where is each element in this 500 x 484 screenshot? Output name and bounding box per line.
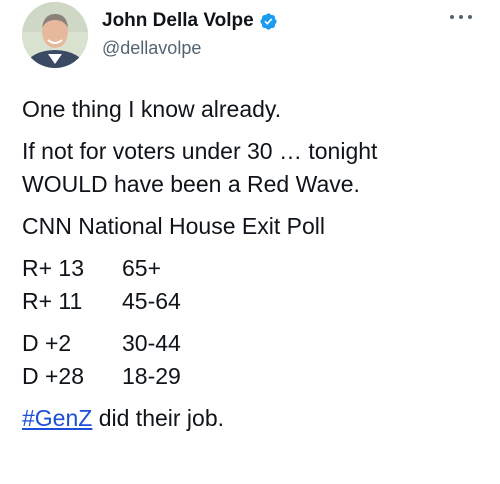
poll-margin: R+ 11 xyxy=(22,288,83,314)
poll-margin: D +2 xyxy=(22,330,72,356)
tweet-line: WOULD have been a Red Wave. xyxy=(22,171,360,197)
poll-age: 18-29 xyxy=(122,363,181,389)
poll-row: D +28 18-29 xyxy=(22,360,480,393)
verified-badge-icon xyxy=(260,12,277,30)
tweet-text: One thing I know already. If not for vot… xyxy=(22,93,480,435)
author-name[interactable]: John Della Volpe xyxy=(102,9,254,33)
tweet-closing-text: did their job. xyxy=(92,405,225,431)
avatar[interactable] xyxy=(22,2,88,68)
poll-row: R+ 11 45-64 xyxy=(22,285,480,318)
tweet-line: One thing I know already. xyxy=(22,96,282,122)
profile-photo-icon xyxy=(22,2,88,68)
author-name-row: John Della Volpe xyxy=(102,9,278,33)
more-options-icon[interactable] xyxy=(450,12,474,22)
hashtag-link[interactable]: #GenZ xyxy=(22,405,92,431)
tweet-line: If not for voters under 30 … tonight xyxy=(22,138,378,164)
poll-row: D +2 30-44 xyxy=(22,327,480,360)
poll-margin: R+ 13 xyxy=(22,255,85,281)
tweet-closing-line: #GenZ did their job. xyxy=(22,402,480,435)
author-handle[interactable]: @dellavolpe xyxy=(102,38,201,59)
poll-margin: D +28 xyxy=(22,363,85,389)
poll-age: 30-44 xyxy=(122,330,181,356)
poll-row: R+ 13 65+ xyxy=(22,252,480,285)
poll-age: 65+ xyxy=(122,255,162,281)
tweet-line: CNN National House Exit Poll xyxy=(22,213,325,239)
poll-age: 45-64 xyxy=(122,288,181,314)
tweet-header: John Della Volpe @dellavolpe xyxy=(22,0,500,80)
